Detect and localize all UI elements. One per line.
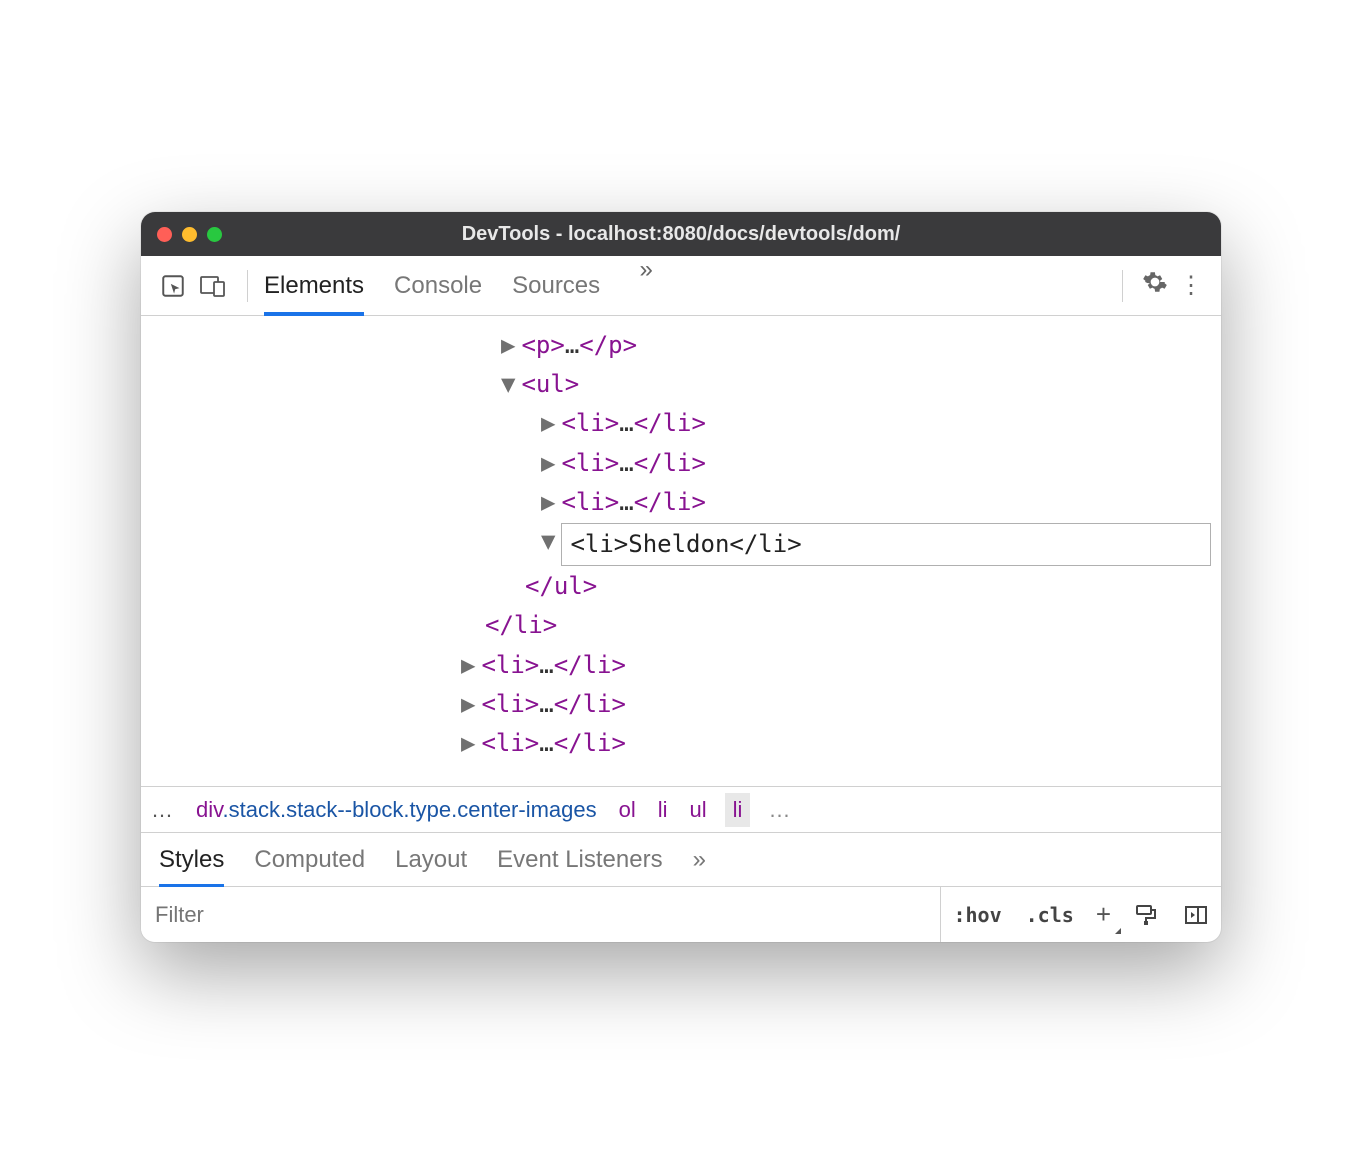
window-title: DevTools - localhost:8080/docs/devtools/… bbox=[462, 223, 901, 246]
more-tabs-button[interactable]: » bbox=[693, 833, 706, 886]
expand-arrow-icon[interactable]: ▶ bbox=[541, 484, 555, 521]
dom-node-ul-close[interactable]: </ul> bbox=[141, 567, 1221, 606]
breadcrumb-li-selected[interactable]: li bbox=[725, 793, 751, 827]
hov-toggle-button[interactable]: :hov bbox=[941, 903, 1013, 927]
close-window-button[interactable] bbox=[157, 227, 172, 242]
device-toggle-icon[interactable] bbox=[195, 268, 231, 304]
expand-arrow-icon[interactable]: ▶ bbox=[541, 405, 555, 442]
dom-node-p[interactable]: ▶<p>…</p> bbox=[141, 326, 1221, 365]
titlebar: DevTools - localhost:8080/docs/devtools/… bbox=[141, 212, 1221, 256]
styles-toolbar: :hov .cls + bbox=[141, 886, 1221, 942]
expand-arrow-icon[interactable]: ▶ bbox=[461, 725, 475, 762]
separator bbox=[1122, 270, 1123, 302]
expand-arrow-icon[interactable]: ▶ bbox=[461, 686, 475, 723]
devtools-window: DevTools - localhost:8080/docs/devtools/… bbox=[141, 212, 1221, 942]
dom-node-li[interactable]: ▶<li>…</li> bbox=[141, 444, 1221, 483]
tab-sources[interactable]: Sources bbox=[512, 256, 600, 315]
maximize-window-button[interactable] bbox=[207, 227, 222, 242]
breadcrumb-ul[interactable]: ul bbox=[686, 797, 711, 823]
breadcrumb-more-right[interactable]: … bbox=[764, 797, 794, 823]
html-edit-input[interactable]: <li>Sheldon</li> bbox=[561, 523, 1211, 566]
dom-node-li[interactable]: ▶<li>…</li> bbox=[141, 724, 1221, 763]
expand-arrow-icon[interactable]: ▶ bbox=[461, 647, 475, 684]
tab-event-listeners[interactable]: Event Listeners bbox=[497, 833, 662, 886]
minimize-window-button[interactable] bbox=[182, 227, 197, 242]
breadcrumb-div[interactable]: div.stack.stack--block.type.center-image… bbox=[192, 797, 601, 823]
tab-computed[interactable]: Computed bbox=[254, 833, 365, 886]
tab-styles[interactable]: Styles bbox=[159, 833, 224, 886]
dom-node-li-close[interactable]: </li> bbox=[141, 606, 1221, 645]
breadcrumb-ol[interactable]: ol bbox=[615, 797, 640, 823]
expand-arrow-icon[interactable]: ▶ bbox=[541, 445, 555, 482]
main-toolbar: Elements Console Sources » ⋮ bbox=[141, 256, 1221, 316]
separator bbox=[247, 270, 248, 302]
dom-node-li[interactable]: ▶<li>…</li> bbox=[141, 483, 1221, 522]
styles-filter-input[interactable] bbox=[141, 887, 941, 942]
collapse-arrow-icon[interactable]: ▼ bbox=[501, 366, 515, 403]
inspect-element-icon[interactable] bbox=[155, 268, 191, 304]
styles-panel-tabs: Styles Computed Layout Event Listeners » bbox=[141, 832, 1221, 886]
more-tabs-button[interactable]: » bbox=[630, 256, 662, 315]
tab-elements[interactable]: Elements bbox=[264, 256, 364, 315]
main-tabs: Elements Console Sources » bbox=[264, 256, 1106, 315]
tab-console[interactable]: Console bbox=[394, 256, 482, 315]
breadcrumb-bar: … div.stack.stack--block.type.center-ima… bbox=[141, 786, 1221, 832]
collapse-arrow-icon[interactable]: ▼ bbox=[541, 523, 555, 566]
dom-node-li-editing[interactable]: ▼ <li>Sheldon</li> bbox=[141, 522, 1221, 567]
breadcrumb-more-left[interactable]: … bbox=[147, 797, 178, 823]
panel-toggle-icon[interactable] bbox=[1181, 900, 1211, 930]
dom-tree[interactable]: ▶<p>…</p> ▼<ul> ▶<li>…</li> ▶<li>…</li> … bbox=[141, 316, 1221, 786]
dom-node-ul-open[interactable]: ▼<ul> bbox=[141, 365, 1221, 404]
new-style-rule-button[interactable]: + bbox=[1086, 899, 1121, 930]
kebab-menu-icon[interactable]: ⋮ bbox=[1175, 271, 1207, 300]
tab-layout[interactable]: Layout bbox=[395, 833, 467, 886]
paint-icon[interactable] bbox=[1131, 900, 1161, 930]
cls-toggle-button[interactable]: .cls bbox=[1014, 903, 1086, 927]
breadcrumb-li[interactable]: li bbox=[654, 797, 672, 823]
settings-gear-icon[interactable] bbox=[1139, 269, 1171, 302]
dom-node-li[interactable]: ▶<li>…</li> bbox=[141, 646, 1221, 685]
dom-node-li[interactable]: ▶<li>…</li> bbox=[141, 685, 1221, 724]
dom-node-li[interactable]: ▶<li>…</li> bbox=[141, 404, 1221, 443]
window-controls bbox=[157, 227, 222, 242]
expand-arrow-icon[interactable]: ▶ bbox=[501, 327, 515, 364]
